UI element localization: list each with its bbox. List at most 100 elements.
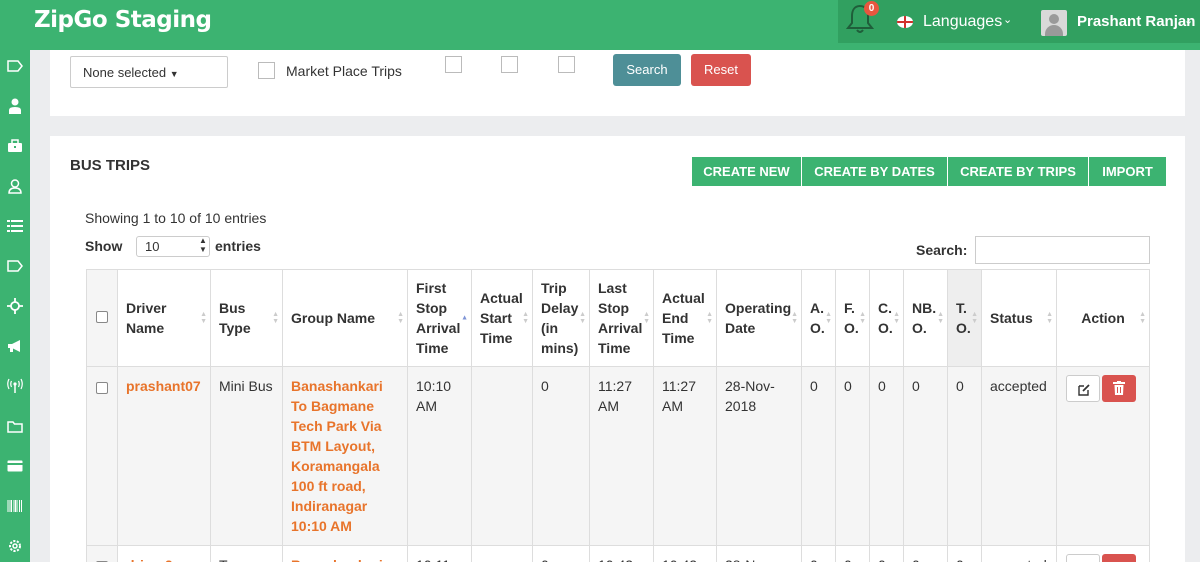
col-label: F. O.	[844, 300, 859, 336]
col-nbo[interactable]: NB. O. ▲ ▼	[903, 269, 948, 367]
col-group-name[interactable]: Group Name ▲ ▼	[282, 269, 408, 367]
languages-menu[interactable]: Languages	[923, 13, 1002, 31]
sort-icon: ▲ ▼	[272, 311, 279, 325]
create-by-trips-button[interactable]: CREATE BY TRIPS	[948, 157, 1089, 186]
tag-icon[interactable]	[5, 56, 25, 76]
col-driver-name[interactable]: Driver Name ▲ ▼	[117, 269, 211, 367]
bus-type-cell: Mini Bus	[210, 366, 283, 546]
market-place-checkbox[interactable]	[258, 62, 275, 79]
create-by-dates-button[interactable]: CREATE BY DATES	[802, 157, 948, 186]
flag-icon	[897, 16, 913, 28]
to-cell: 0	[947, 545, 982, 562]
col-ao[interactable]: A. O. ▲ ▼	[801, 269, 836, 367]
select-all-header	[86, 269, 118, 367]
col-fo[interactable]: F. O. ▲ ▼	[835, 269, 870, 367]
bus-trips-table: Driver Name ▲ ▼ Bus Type ▲ ▼ Group Name ▲ ▼ Fi…	[86, 269, 1150, 562]
to-cell: 0	[947, 366, 982, 546]
broadcast-icon[interactable]	[5, 376, 25, 396]
entries-label: entries	[215, 238, 261, 254]
col-label: Last Stop Arrival Time	[598, 280, 643, 356]
col-last-stop[interactable]: Last Stop Arrival Time ▲ ▼	[589, 269, 654, 367]
import-button[interactable]: IMPORT	[1089, 157, 1166, 186]
col-label: Status	[990, 310, 1033, 326]
user-icon[interactable]	[5, 176, 25, 196]
last-stop-cell: 10:42	[589, 545, 654, 562]
megaphone-icon[interactable]	[5, 336, 25, 356]
driver-name-link[interactable]: prashant07	[117, 366, 211, 546]
actual-start-cell	[471, 366, 533, 546]
gear-icon[interactable]	[5, 536, 25, 556]
user-tie-icon[interactable]	[5, 96, 25, 116]
table-row: prashant07 Mini Bus Banashankari To Bagm…	[86, 366, 1150, 546]
market-place-label: Market Place Trips	[286, 63, 402, 79]
folder-icon[interactable]	[5, 416, 25, 436]
sort-icon: ▲ ▼	[1139, 311, 1146, 325]
sort-icon: ▲ ▼	[1046, 311, 1053, 325]
col-trip-delay[interactable]: Trip Delay (in mins) ▲ ▼	[532, 269, 590, 367]
col-label: Operating Date	[725, 300, 792, 336]
row-checkbox[interactable]	[96, 382, 108, 394]
filter-checkbox[interactable]	[445, 56, 462, 73]
col-label: A. O.	[810, 300, 825, 336]
trip-delay-cell: 0	[532, 545, 590, 562]
tag-icon[interactable]	[5, 256, 25, 276]
briefcase-icon[interactable]	[5, 136, 25, 156]
trash-icon	[1113, 381, 1125, 395]
table-search-input[interactable]	[975, 236, 1150, 264]
col-label: First Stop Arrival Time	[416, 280, 461, 356]
app-title[interactable]: ZipGo Staging	[34, 7, 212, 33]
sort-asc-icon: ▲	[461, 314, 468, 322]
avatar[interactable]	[1041, 10, 1067, 36]
list-icon[interactable]	[5, 216, 25, 236]
group-name-link[interactable]: Banashankari To Bagmane Tech Park Via BT…	[282, 366, 408, 546]
col-label: Driver Name	[126, 300, 167, 336]
actual-end-cell: 11:27 AM	[653, 366, 717, 546]
search-button[interactable]: Search	[613, 54, 681, 86]
col-label: Trip Delay (in mins)	[541, 280, 579, 356]
edit-button[interactable]	[1066, 375, 1100, 402]
sidebar	[0, 50, 30, 562]
delete-button[interactable]	[1102, 375, 1136, 402]
filter-checkbox[interactable]	[558, 56, 575, 73]
first-stop-cell: 10:11	[407, 545, 472, 562]
user-name[interactable]: Prashant Ranjan	[1077, 13, 1195, 30]
multi-select-dropdown[interactable]: None selected ▼	[70, 56, 228, 88]
status-cell: accepted	[981, 366, 1057, 546]
col-to[interactable]: T. O. ▲ ▼	[947, 269, 982, 367]
col-label: Actual Start Time	[480, 290, 523, 346]
edit-button[interactable]	[1066, 554, 1100, 562]
action-cell	[1056, 366, 1150, 546]
select-all-checkbox[interactable]	[96, 311, 108, 323]
barcode-icon[interactable]	[5, 496, 25, 516]
sort-icon: ▲ ▼	[200, 311, 207, 325]
sort-icon: ▲ ▼	[643, 311, 650, 325]
table-search-label: Search:	[916, 242, 968, 258]
col-bus-type[interactable]: Bus Type ▲ ▼	[210, 269, 283, 367]
action-button-group: CREATE NEW CREATE BY DATES CREATE BY TRI…	[692, 157, 1166, 186]
fo-cell: 0	[835, 545, 870, 562]
col-status[interactable]: Status ▲ ▼	[981, 269, 1057, 367]
chevron-down-icon: ⌄	[1184, 15, 1194, 27]
group-name-link[interactable]: Banashankari	[282, 545, 408, 562]
action-cell	[1056, 545, 1150, 562]
table-row: driver2 Tempo Banashankari 10:11 0 10:42…	[86, 545, 1150, 562]
col-actual-end[interactable]: Actual End Time ▲ ▼	[653, 269, 717, 367]
operating-date-cell: 28-Nov-	[716, 545, 802, 562]
nbo-cell: 0	[903, 545, 948, 562]
col-co[interactable]: C. O. ▲ ▼	[869, 269, 904, 367]
col-first-stop[interactable]: First Stop Arrival Time ▲	[407, 269, 472, 367]
status-cell: accepted	[981, 545, 1057, 562]
delete-button[interactable]	[1102, 554, 1136, 562]
ao-cell: 0	[801, 545, 836, 562]
create-new-button[interactable]: CREATE NEW	[692, 157, 802, 186]
col-operating-date[interactable]: Operating Date ▲ ▼	[716, 269, 802, 367]
operating-date-cell: 28-Nov-2018	[716, 366, 802, 546]
driver-name-link[interactable]: driver2	[117, 545, 211, 562]
filter-checkbox[interactable]	[501, 56, 518, 73]
credit-card-icon[interactable]	[5, 456, 25, 476]
select-arrows-icon: ▲ ▼	[199, 236, 207, 254]
reset-button[interactable]: Reset	[691, 54, 751, 86]
col-actual-start[interactable]: Actual Start Time ▲ ▼	[471, 269, 533, 367]
showing-entries-text: Showing 1 to 10 of 10 entries	[85, 210, 267, 226]
crosshair-icon[interactable]	[5, 296, 25, 316]
